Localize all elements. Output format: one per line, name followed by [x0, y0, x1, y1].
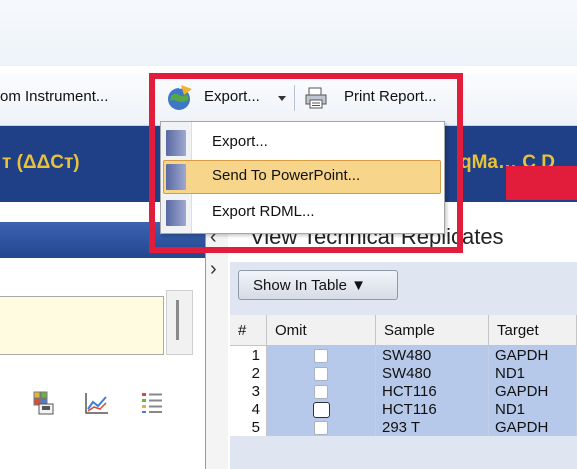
- target-cell: ND1: [488, 364, 577, 382]
- row-number: 5: [230, 418, 267, 436]
- omit-cell: [266, 345, 376, 364]
- scrollbar[interactable]: [166, 290, 193, 355]
- row-number: 3: [230, 382, 267, 400]
- target-cell: ND1: [488, 400, 577, 418]
- row-number: 1: [230, 345, 267, 364]
- omit-checkbox[interactable]: [312, 401, 330, 418]
- column-header-sample[interactable]: Sample: [375, 315, 489, 346]
- row-number: 2: [230, 364, 267, 382]
- chevron-right-icon[interactable]: ›: [210, 258, 217, 281]
- method-label: т (ΔΔCт): [2, 152, 80, 173]
- omit-cell: [266, 364, 376, 382]
- show-in-table-button[interactable]: Show In Table ▼: [238, 270, 398, 300]
- annotation-red-block: [506, 166, 577, 200]
- scrollbar-thumb[interactable]: [176, 300, 179, 340]
- sample-cell: HCT116: [375, 400, 489, 418]
- table-row[interactable]: 1 SW480 GAPDH: [230, 345, 577, 364]
- annotation-highlight-box: [149, 73, 463, 253]
- from-instrument-button[interactable]: om Instrument...: [0, 88, 108, 105]
- row-number: 4: [230, 400, 267, 418]
- omit-cell: [266, 382, 376, 400]
- panel-divider[interactable]: ‹ ›: [205, 222, 229, 469]
- omit-cell: [266, 418, 376, 436]
- omit-checkbox[interactable]: [314, 420, 328, 435]
- target-cell: GAPDH: [488, 382, 577, 400]
- list-icon[interactable]: [140, 390, 164, 414]
- notes-box[interactable]: [0, 296, 164, 355]
- replicates-table: # Omit Sample Target 1 SW480 GAPDH 2 SW4…: [230, 315, 577, 436]
- table-row[interactable]: 4 HCT116 ND1: [230, 400, 577, 418]
- sample-cell: 293 T: [375, 418, 489, 436]
- target-cell: GAPDH: [488, 345, 577, 364]
- column-header-omit[interactable]: Omit: [266, 315, 376, 346]
- target-cell: GAPDH: [488, 418, 577, 436]
- omit-cell: [266, 400, 376, 418]
- table-row[interactable]: 3 HCT116 GAPDH: [230, 382, 577, 400]
- omit-checkbox[interactable]: [314, 384, 328, 399]
- column-header-num[interactable]: #: [230, 315, 267, 346]
- omit-checkbox[interactable]: [314, 348, 328, 363]
- grid-view-icon[interactable]: [33, 391, 55, 415]
- line-chart-icon[interactable]: [84, 391, 110, 415]
- sample-cell: SW480: [375, 364, 489, 382]
- table-row[interactable]: 5 293 T GAPDH: [230, 418, 577, 436]
- top-band: [0, 0, 577, 66]
- omit-checkbox[interactable]: [314, 366, 328, 381]
- sample-cell: SW480: [375, 345, 489, 364]
- sample-cell: HCT116: [375, 382, 489, 400]
- column-header-target[interactable]: Target: [488, 315, 577, 346]
- table-row[interactable]: 2 SW480 ND1: [230, 364, 577, 382]
